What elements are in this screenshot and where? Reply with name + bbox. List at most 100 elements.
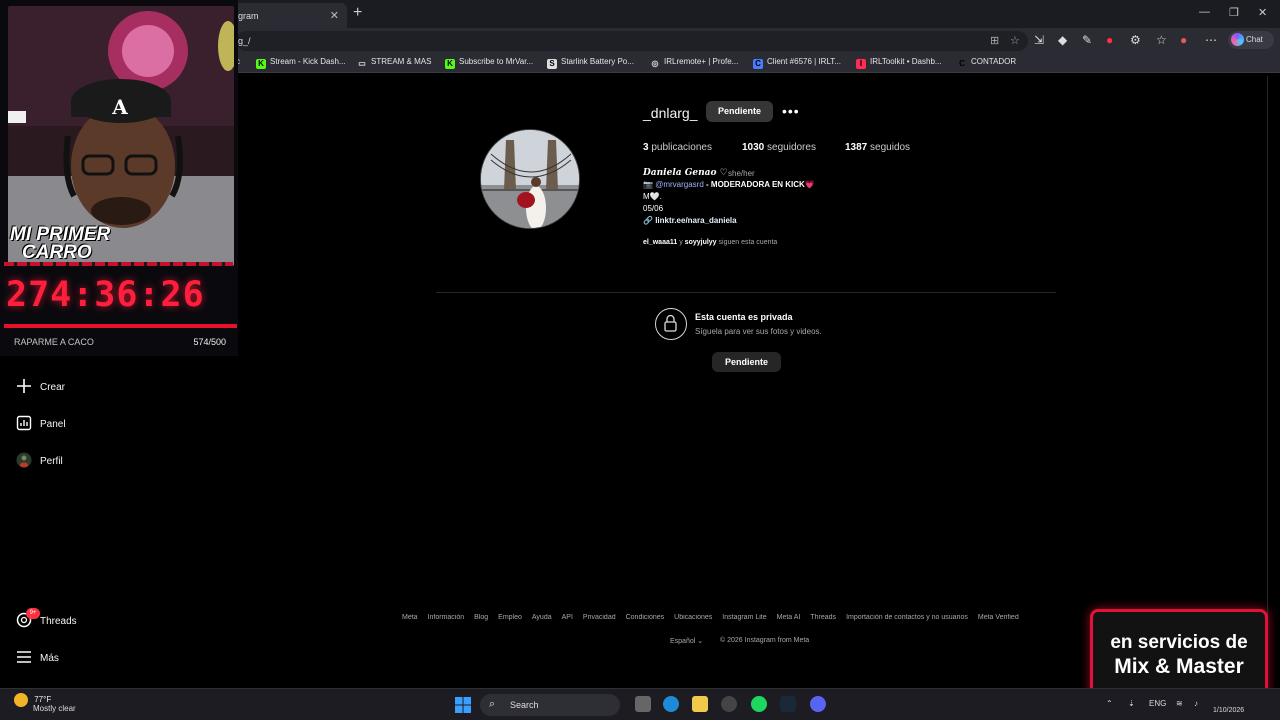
- nav-more[interactable]: Más: [16, 649, 59, 665]
- link-icon: 🔗: [643, 216, 653, 225]
- windows-taskbar: 77°F Mostly clear ⌕ Search ⌃ ⇣ ENG ≋ ♪ 1…: [0, 688, 1280, 720]
- pronouns: she/her: [728, 169, 755, 178]
- footer-link[interactable]: Meta: [402, 614, 418, 621]
- discord-icon[interactable]: [810, 696, 826, 712]
- url-field[interactable]: g_/ ⊞ ☆: [236, 31, 1028, 51]
- extensions-icon[interactable]: ⚙: [1130, 33, 1141, 47]
- bookmark-item[interactable]: ◎ IRLremote+ | Profe...: [650, 57, 738, 69]
- extension-icon[interactable]: ⇲: [1034, 33, 1044, 47]
- bookmark-item[interactable]: ▭ STREAM & MAS: [357, 57, 431, 69]
- nav-create[interactable]: Crear: [16, 378, 65, 394]
- spotify-icon[interactable]: [751, 696, 767, 712]
- profile-username: _dnlarg_: [643, 105, 698, 121]
- volume-icon[interactable]: ♪: [1194, 699, 1198, 708]
- pending-button[interactable]: Pendiente: [712, 352, 781, 372]
- menu-icon[interactable]: ⋯: [1205, 33, 1217, 47]
- taskbar-clock[interactable]: 1/10/2026: [1213, 694, 1244, 714]
- bookmark-label: STREAM & MAS: [371, 57, 432, 66]
- following-stat[interactable]: 1387 seguidos: [845, 142, 910, 153]
- posts-count: 3: [643, 142, 649, 153]
- new-tab-icon[interactable]: +: [353, 4, 362, 22]
- profile-avatar[interactable]: [480, 129, 580, 229]
- goal-progress-fill: [4, 324, 237, 328]
- threads-badge: 9+: [26, 608, 40, 619]
- followed-joiner: y: [679, 239, 683, 246]
- dashboard-icon: [16, 415, 32, 431]
- bookmark-label: Subscribe to MrVar...: [459, 57, 534, 66]
- copilot-chat-button[interactable]: Chat: [1228, 31, 1274, 49]
- tray-chevron-icon[interactable]: ⌃: [1106, 699, 1113, 708]
- nav-panel-label: Panel: [40, 419, 66, 430]
- language-select[interactable]: Español ⌄: [670, 637, 703, 645]
- bookmark-label: CONTADOR: [971, 57, 1017, 66]
- footer-link[interactable]: Ayuda: [532, 614, 552, 621]
- stream-title: MI PRIMER CARRO: [10, 225, 110, 262]
- minimize-icon[interactable]: —: [1199, 6, 1210, 18]
- bookmark-item[interactable]: S Starlink Battery Po...: [547, 57, 634, 69]
- network-icon[interactable]: ≋: [1176, 699, 1183, 708]
- file-explorer-icon[interactable]: [692, 696, 708, 712]
- chat-label: Chat: [1246, 35, 1263, 44]
- close-tab-icon[interactable]: ✕: [330, 9, 339, 22]
- follow-pending-button[interactable]: Pendiente: [706, 101, 773, 122]
- followed-by[interactable]: el_waaa11 y soyyjulyy siguen esta cuenta: [643, 239, 777, 246]
- footer-link[interactable]: Ubicaciones: [674, 614, 712, 621]
- bookmark-label: IRLToolkit • Dashb...: [870, 57, 942, 66]
- footer-link[interactable]: Privacidad: [583, 614, 616, 621]
- restore-icon[interactable]: ❐: [1229, 6, 1239, 19]
- bookmark-item[interactable]: I IRLToolkit • Dashb...: [856, 57, 942, 69]
- footer-link[interactable]: Threads: [810, 614, 836, 621]
- footer-link[interactable]: Blog: [474, 614, 488, 621]
- bio-mention-link[interactable]: @mrvargasrd: [655, 180, 704, 189]
- date: 1/10/2026: [1213, 707, 1245, 714]
- link-text: linktr.ee/nara_daniela: [655, 216, 737, 225]
- followed-suffix: siguen esta cuenta: [718, 239, 778, 246]
- profile-photo: [481, 130, 579, 228]
- taskbar-search[interactable]: ⌕ Search: [480, 694, 620, 716]
- bookmark-item[interactable]: C CONTADOR: [957, 57, 1016, 69]
- bookmark-item[interactable]: K Stream - Kick Dash...: [256, 57, 346, 69]
- footer-link[interactable]: Meta AI: [777, 614, 801, 621]
- bookmark-item[interactable]: C Client #6576 | IRLT...: [753, 57, 841, 69]
- steam-icon[interactable]: [780, 696, 796, 712]
- hamburger-icon: [16, 649, 32, 665]
- profile-link[interactable]: 🔗 linktr.ee/nara_daniela: [643, 216, 737, 225]
- weather-icon: [14, 693, 28, 707]
- lock-icon: [655, 308, 687, 340]
- chrome-icon[interactable]: [721, 696, 737, 712]
- favorites-icon[interactable]: ☆: [1156, 33, 1167, 47]
- overlay-stripe: [4, 262, 233, 266]
- nav-panel[interactable]: Panel: [16, 415, 66, 431]
- windows-start-icon[interactable]: [455, 697, 471, 713]
- footer-link[interactable]: API: [562, 614, 573, 621]
- footer-link[interactable]: Instagram Lite: [722, 614, 766, 621]
- bio-line-3: 05/06: [643, 204, 664, 213]
- footer-link[interactable]: Empleo: [498, 614, 522, 621]
- footer-links: Meta Información Blog Empleo Ayuda API Privaci…: [402, 614, 1088, 621]
- task-view-icon[interactable]: [635, 696, 651, 712]
- search-label: Search: [510, 700, 539, 710]
- footer-link[interactable]: Importación de contactos y no usuarios: [846, 614, 968, 621]
- star-icon[interactable]: ☆: [1010, 34, 1020, 47]
- bookmark-item[interactable]: K Subscribe to MrVar...: [445, 57, 533, 69]
- extension-icon[interactable]: ●: [1106, 33, 1113, 47]
- input-language[interactable]: ENG: [1149, 699, 1166, 708]
- footer-link[interactable]: Meta Verified: [978, 614, 1019, 621]
- svg-text:A: A: [111, 95, 128, 119]
- tray-icon[interactable]: ⇣: [1128, 699, 1135, 708]
- footer-link[interactable]: Información: [428, 614, 465, 621]
- more-options-icon[interactable]: •••: [782, 103, 800, 119]
- profile-avatar-icon[interactable]: ●: [1180, 33, 1187, 47]
- weather-widget[interactable]: 77°F Mostly clear: [14, 693, 76, 713]
- edge-icon[interactable]: [663, 696, 679, 712]
- bookmark-favicon-icon: K: [256, 59, 266, 69]
- nav-profile[interactable]: Perfil: [16, 452, 63, 468]
- extension-icon[interactable]: ✎: [1082, 33, 1092, 47]
- extension-icon[interactable]: ◆: [1058, 33, 1067, 47]
- promo-line1: en servicios de: [1110, 632, 1248, 653]
- close-window-icon[interactable]: ✕: [1258, 6, 1267, 19]
- app-icon[interactable]: ⊞: [990, 34, 999, 47]
- footer-link[interactable]: Condiciones: [626, 614, 665, 621]
- followers-stat[interactable]: 1030 seguidores: [742, 142, 816, 153]
- search-icon: ⌕: [489, 698, 496, 710]
